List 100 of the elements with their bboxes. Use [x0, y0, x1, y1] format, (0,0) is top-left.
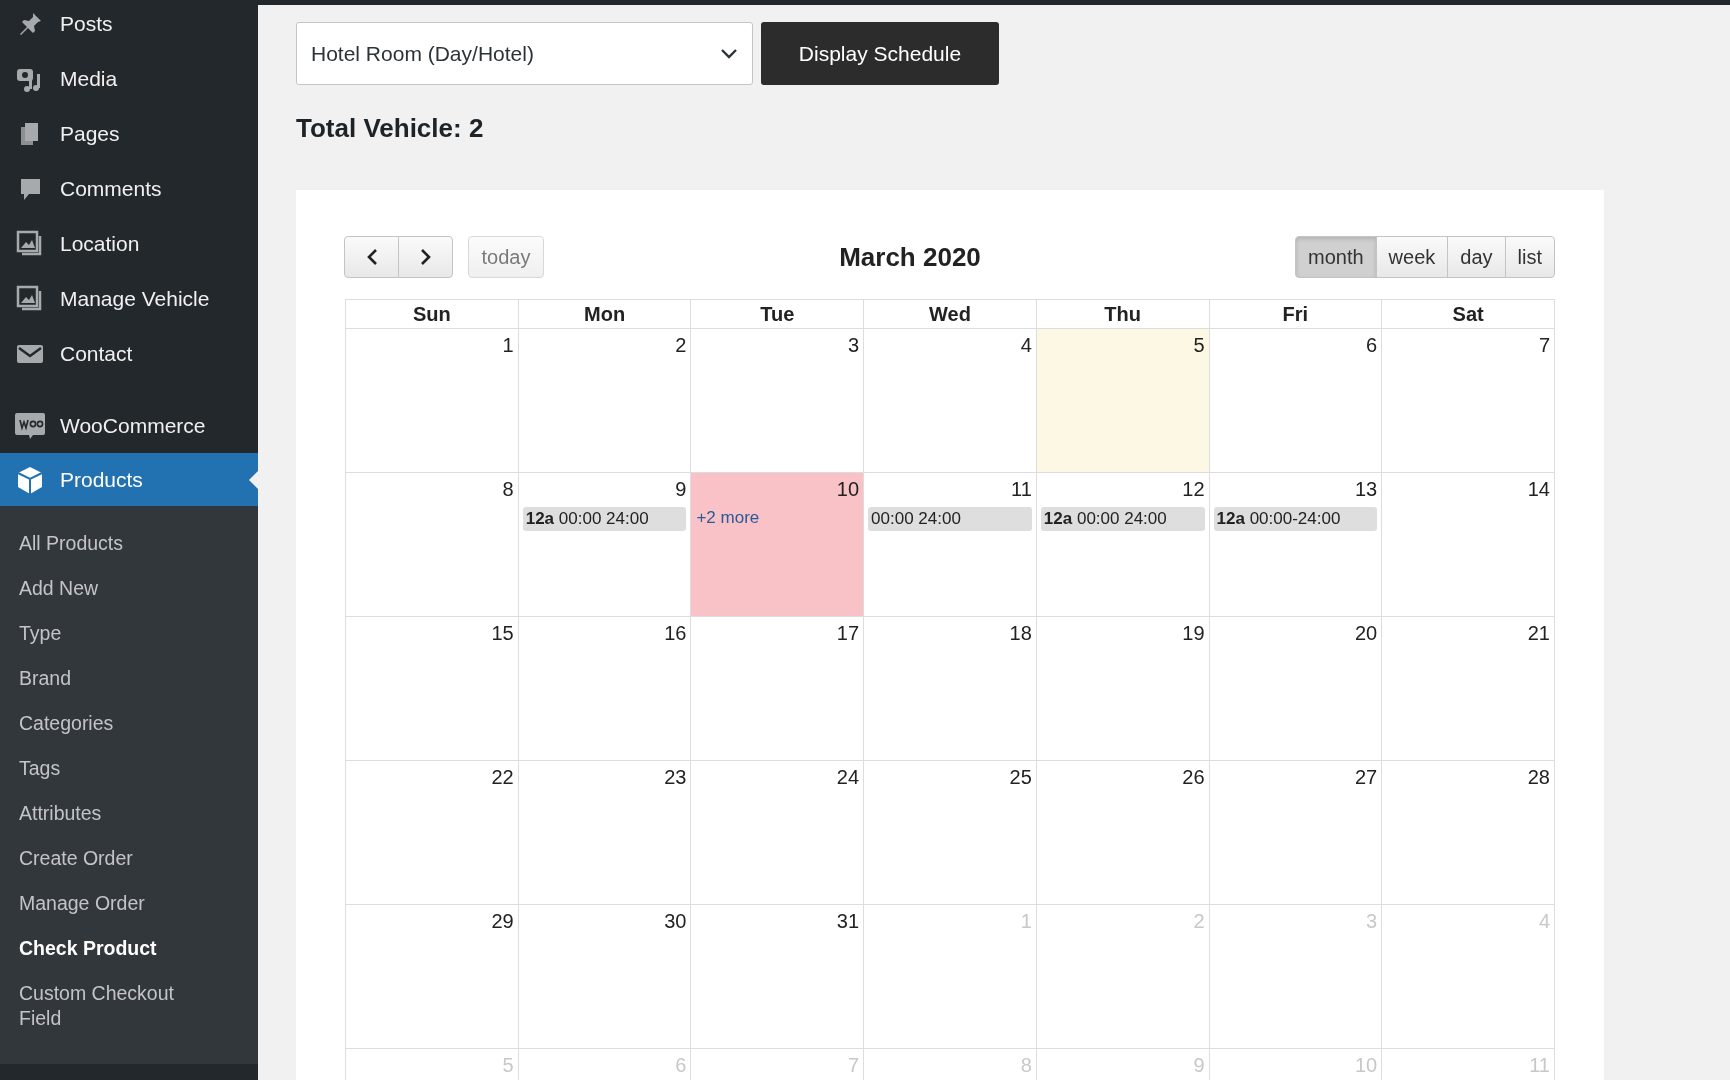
day-cell[interactable]: 6 — [1209, 328, 1382, 473]
vehicle-select[interactable]: Hotel Room (Day/Hotel) — [296, 22, 753, 85]
menu-item[interactable]: Media — [0, 51, 258, 106]
view-tab[interactable]: day — [1447, 236, 1506, 278]
today-button[interactable]: today — [468, 236, 544, 278]
day-cell[interactable]: 14 — [1381, 472, 1555, 617]
day-number: 15 — [491, 621, 514, 645]
day-cell[interactable]: 1 — [345, 328, 519, 473]
day-cell[interactable]: 3 — [690, 328, 864, 473]
day-number: 11 — [1011, 477, 1032, 501]
day-number: 1 — [502, 333, 514, 357]
menu-item[interactable]: Comments — [0, 161, 258, 216]
day-number: 26 — [1182, 765, 1205, 789]
submenu-link[interactable]: Brand — [0, 659, 228, 704]
menu-item[interactable]: Manage Vehicle — [0, 271, 258, 326]
day-cell[interactable]: 28 — [1381, 760, 1555, 905]
day-number: 30 — [664, 909, 687, 933]
event-chip[interactable]: 00:00 24:00 — [868, 507, 1032, 531]
day-cell[interactable]: 30 — [518, 904, 691, 1049]
submenu-link[interactable]: Attributes — [0, 794, 228, 839]
day-number: 3 — [848, 333, 860, 357]
day-number: 10 — [836, 477, 860, 501]
day-cell[interactable]: 31 — [690, 904, 864, 1049]
day-cell[interactable]: 5 — [1036, 328, 1209, 473]
weekday-label: Thu — [1104, 302, 1141, 325]
previous-button[interactable] — [344, 236, 399, 278]
submenu-link[interactable]: Add New — [0, 569, 228, 614]
day-cell[interactable]: 10 +2 more — [690, 472, 864, 617]
chevron-left-icon — [365, 248, 378, 266]
day-number: 6 — [1366, 333, 1378, 357]
day-cell[interactable]: 19 — [1036, 616, 1209, 761]
day-cell[interactable]: 4 — [863, 328, 1037, 473]
submenu-link[interactable]: Check Product — [0, 929, 228, 974]
view-tab[interactable]: month — [1295, 236, 1377, 278]
day-number: 4 — [1020, 333, 1032, 357]
day-cell[interactable]: 25 — [863, 760, 1037, 905]
weekday-label: Tue — [760, 302, 795, 325]
menu-item[interactable]: Contact — [0, 326, 258, 381]
submenu-link[interactable]: Categories — [0, 704, 228, 749]
day-cell[interactable]: 12 12a 00:00 24:00 — [1036, 472, 1209, 617]
submenu-link[interactable]: Tags — [0, 749, 228, 794]
day-cell[interactable]: 9 12a 00:00 24:00 — [518, 472, 691, 617]
weekday-label: Sun — [412, 302, 451, 325]
submenu-link[interactable]: Custom Checkout Field — [0, 974, 228, 1044]
weekday-label: Mon — [584, 302, 626, 325]
day-number: 24 — [836, 765, 860, 789]
menu-item[interactable]: Products — [0, 453, 258, 506]
submenu-link[interactable]: Type — [0, 614, 228, 659]
menu-item[interactable]: Posts — [0, 0, 258, 51]
day-cell[interactable]: 11 00:00 24:00 — [863, 472, 1037, 617]
woo-bubble-icon — [14, 410, 46, 441]
weekday-label: Wed — [929, 302, 971, 325]
day-cell[interactable]: 7 — [1381, 328, 1555, 473]
day-number: 2 — [675, 333, 687, 357]
day-cell[interactable]: 13 12a 00:00-24:00 — [1209, 472, 1382, 617]
day-cell[interactable]: 22 — [345, 760, 519, 905]
submenu-link[interactable]: Manage Order — [0, 884, 228, 929]
event-chip[interactable]: 12a 00:00 24:00 — [1040, 507, 1205, 531]
day-cell[interactable]: 16 — [518, 616, 691, 761]
view-tab[interactable]: list — [1504, 236, 1555, 278]
display-schedule-button[interactable]: Display Schedule — [761, 22, 999, 85]
day-cell[interactable]: 20 — [1209, 616, 1382, 761]
menu-item[interactable]: Pages — [0, 106, 258, 161]
day-cell[interactable]: 8 — [345, 472, 519, 617]
day-cell[interactable]: 29 — [345, 904, 519, 1049]
day-number: 7 — [1538, 333, 1550, 357]
menu-item[interactable]: WooCommerce — [0, 398, 258, 453]
day-cell[interactable]: 27 — [1209, 760, 1382, 905]
day-number: 12 — [1182, 477, 1205, 501]
day-number: 19 — [1182, 621, 1205, 645]
more-link[interactable]: +2 more — [696, 508, 760, 528]
menu-item[interactable]: Location — [0, 216, 258, 271]
day-cell[interactable]: 2 — [518, 328, 691, 473]
day-number: 5 — [1193, 333, 1205, 357]
day-cell[interactable]: 24 — [690, 760, 864, 905]
day-number: 13 — [1354, 477, 1378, 501]
day-number: 9 — [675, 477, 687, 501]
day-number: 25 — [1009, 765, 1032, 789]
next-button[interactable] — [398, 236, 453, 278]
event-chip[interactable]: 12a 00:00 24:00 — [522, 507, 687, 531]
submenu-link[interactable]: All Products — [0, 524, 228, 569]
day-number: 16 — [664, 621, 687, 645]
day-number: 20 — [1354, 621, 1378, 645]
day-cell[interactable]: 15 — [345, 616, 519, 761]
day-cell[interactable]: 23 — [518, 760, 691, 905]
day-number: 8 — [502, 477, 514, 501]
weekday-label: Fri — [1282, 302, 1309, 325]
chevron-right-icon — [419, 248, 432, 266]
day-cell[interactable]: 26 — [1036, 760, 1209, 905]
day-cell[interactable]: 21 — [1381, 616, 1555, 761]
day-number: 21 — [1527, 621, 1550, 645]
submenu-link[interactable]: Create Order — [0, 839, 228, 884]
day-cell[interactable]: 17 — [690, 616, 864, 761]
view-tab[interactable]: week — [1375, 236, 1449, 278]
day-cell[interactable]: 18 — [863, 616, 1037, 761]
weekday-label: Sat — [1452, 302, 1484, 325]
box-icon — [15, 464, 45, 495]
day-number: 14 — [1527, 477, 1550, 501]
day-number: 18 — [1009, 621, 1032, 645]
event-chip[interactable]: 12a 00:00-24:00 — [1213, 507, 1378, 531]
